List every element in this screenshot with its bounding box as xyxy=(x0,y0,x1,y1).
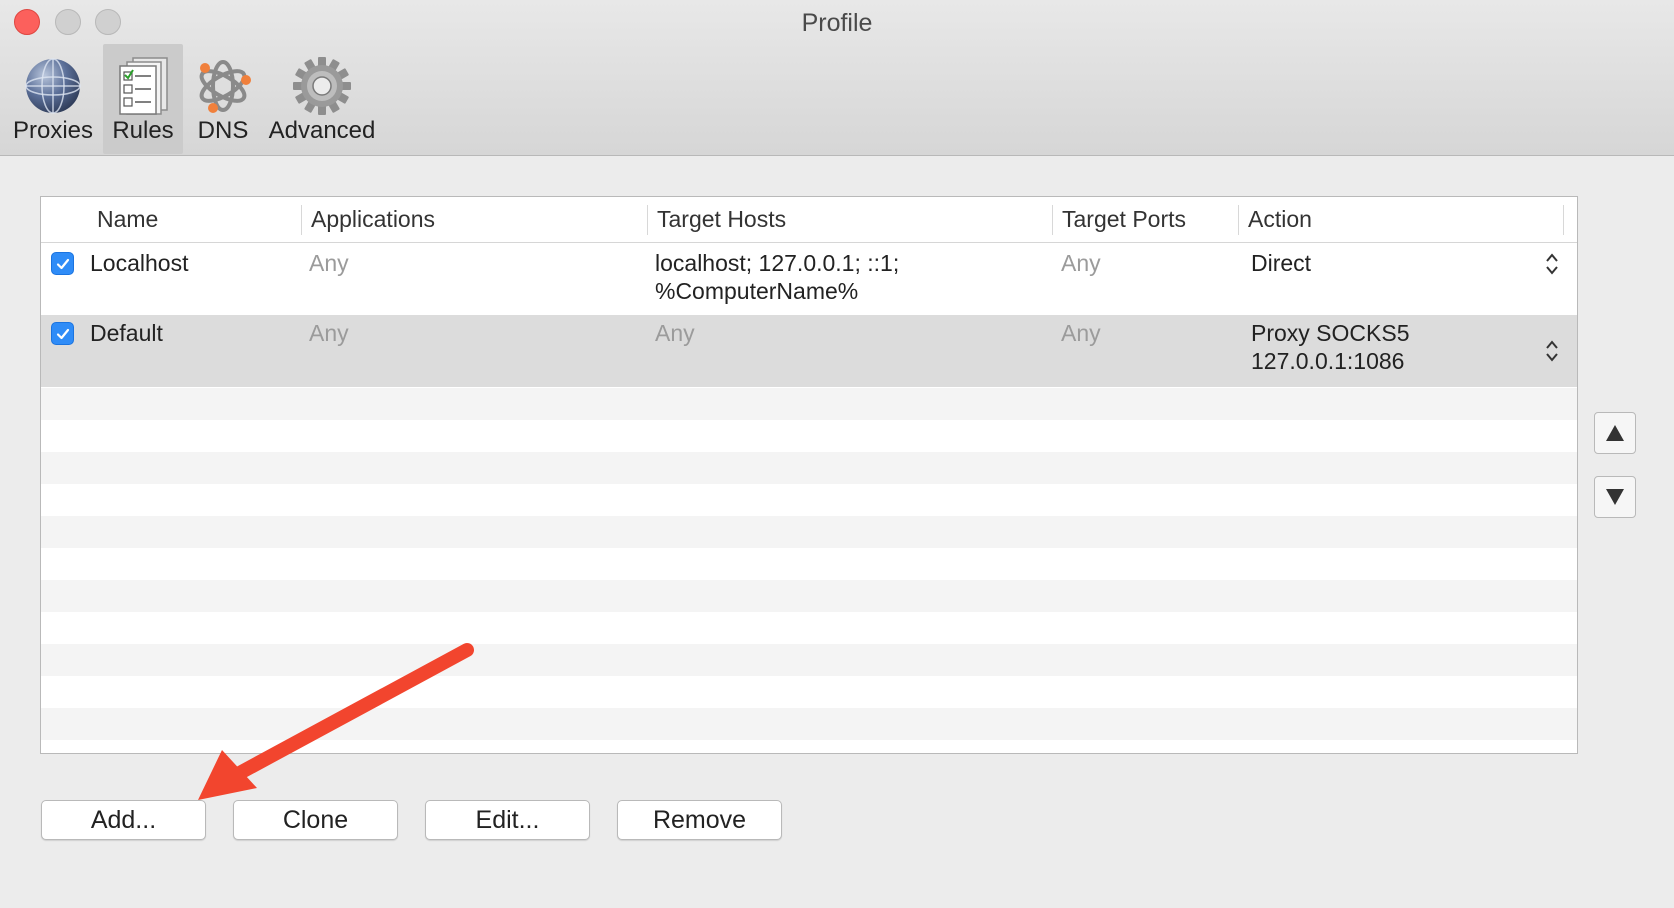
table-header: Name Applications Target Hosts Target Po… xyxy=(41,197,1577,243)
rules-table: Name Applications Target Hosts Target Po… xyxy=(40,196,1578,754)
rule-name: Localhost xyxy=(90,250,189,276)
gear-icon xyxy=(293,57,351,115)
rule-enabled-checkbox[interactable] xyxy=(51,252,74,275)
rule-name: Default xyxy=(90,320,163,346)
toolbar-item-dns[interactable]: DNS xyxy=(188,44,258,154)
add-button[interactable]: Add... xyxy=(41,800,206,840)
profile-window: Profile Proxies Rules DNS Advanced Name … xyxy=(0,0,1674,908)
empty-row xyxy=(41,644,1577,676)
rule-applications: Any xyxy=(309,320,349,346)
rule-target-hosts: localhost; 127.0.0.1; ::1; %ComputerName… xyxy=(655,250,900,304)
toolbar-label-proxies: Proxies xyxy=(12,117,94,144)
rule-enabled-checkbox[interactable] xyxy=(51,322,74,345)
toolbar: Profile Proxies Rules DNS Advanced xyxy=(0,0,1674,156)
toolbar-item-rules[interactable]: Rules xyxy=(103,44,183,154)
clone-button[interactable]: Clone xyxy=(233,800,398,840)
toolbar-label-rules: Rules xyxy=(112,117,174,144)
empty-row xyxy=(41,580,1577,612)
checkmark-icon xyxy=(56,258,69,269)
column-header-target-ports[interactable]: Target Ports xyxy=(1054,197,1234,242)
triangle-up-icon xyxy=(1606,425,1624,441)
toolbar-label-advanced: Advanced xyxy=(268,117,376,144)
action-stepper-icon[interactable] xyxy=(1543,251,1561,277)
table-row[interactable]: Default Any Any Any Proxy SOCKS5 127.0.0… xyxy=(41,315,1577,387)
toolbar-label-dns: DNS xyxy=(197,117,249,144)
remove-button[interactable]: Remove xyxy=(617,800,782,840)
column-header-action[interactable]: Action xyxy=(1240,197,1560,242)
column-header-applications[interactable]: Applications xyxy=(303,197,643,242)
column-header-name[interactable]: Name xyxy=(89,197,289,242)
rule-target-hosts: Any xyxy=(655,320,695,346)
dns-network-icon xyxy=(199,60,251,113)
column-header-target-hosts[interactable]: Target Hosts xyxy=(649,197,1049,242)
window-title: Profile xyxy=(801,9,873,37)
rule-action: Direct xyxy=(1251,250,1312,276)
rule-target-ports: Any xyxy=(1061,250,1101,276)
rule-action: Proxy SOCKS5 127.0.0.1:1086 xyxy=(1251,320,1410,374)
action-stepper-icon[interactable] xyxy=(1543,338,1561,364)
edit-button[interactable]: Edit... xyxy=(425,800,590,840)
empty-row xyxy=(41,708,1577,740)
rules-checklist-icon xyxy=(119,57,168,115)
empty-row xyxy=(41,452,1577,484)
empty-row xyxy=(41,388,1577,420)
rule-target-ports: Any xyxy=(1061,320,1101,346)
move-up-button[interactable] xyxy=(1594,412,1636,454)
toolbar-item-proxies[interactable]: Proxies xyxy=(10,44,96,154)
checkmark-icon xyxy=(56,328,69,339)
table-row[interactable]: Localhost Any localhost; 127.0.0.1; ::1;… xyxy=(41,243,1577,313)
globe-icon xyxy=(25,58,81,114)
rule-applications: Any xyxy=(309,250,349,276)
move-down-button[interactable] xyxy=(1594,476,1636,518)
empty-row xyxy=(41,516,1577,548)
toolbar-item-advanced[interactable]: Advanced xyxy=(266,44,378,154)
triangle-down-icon xyxy=(1606,489,1624,505)
